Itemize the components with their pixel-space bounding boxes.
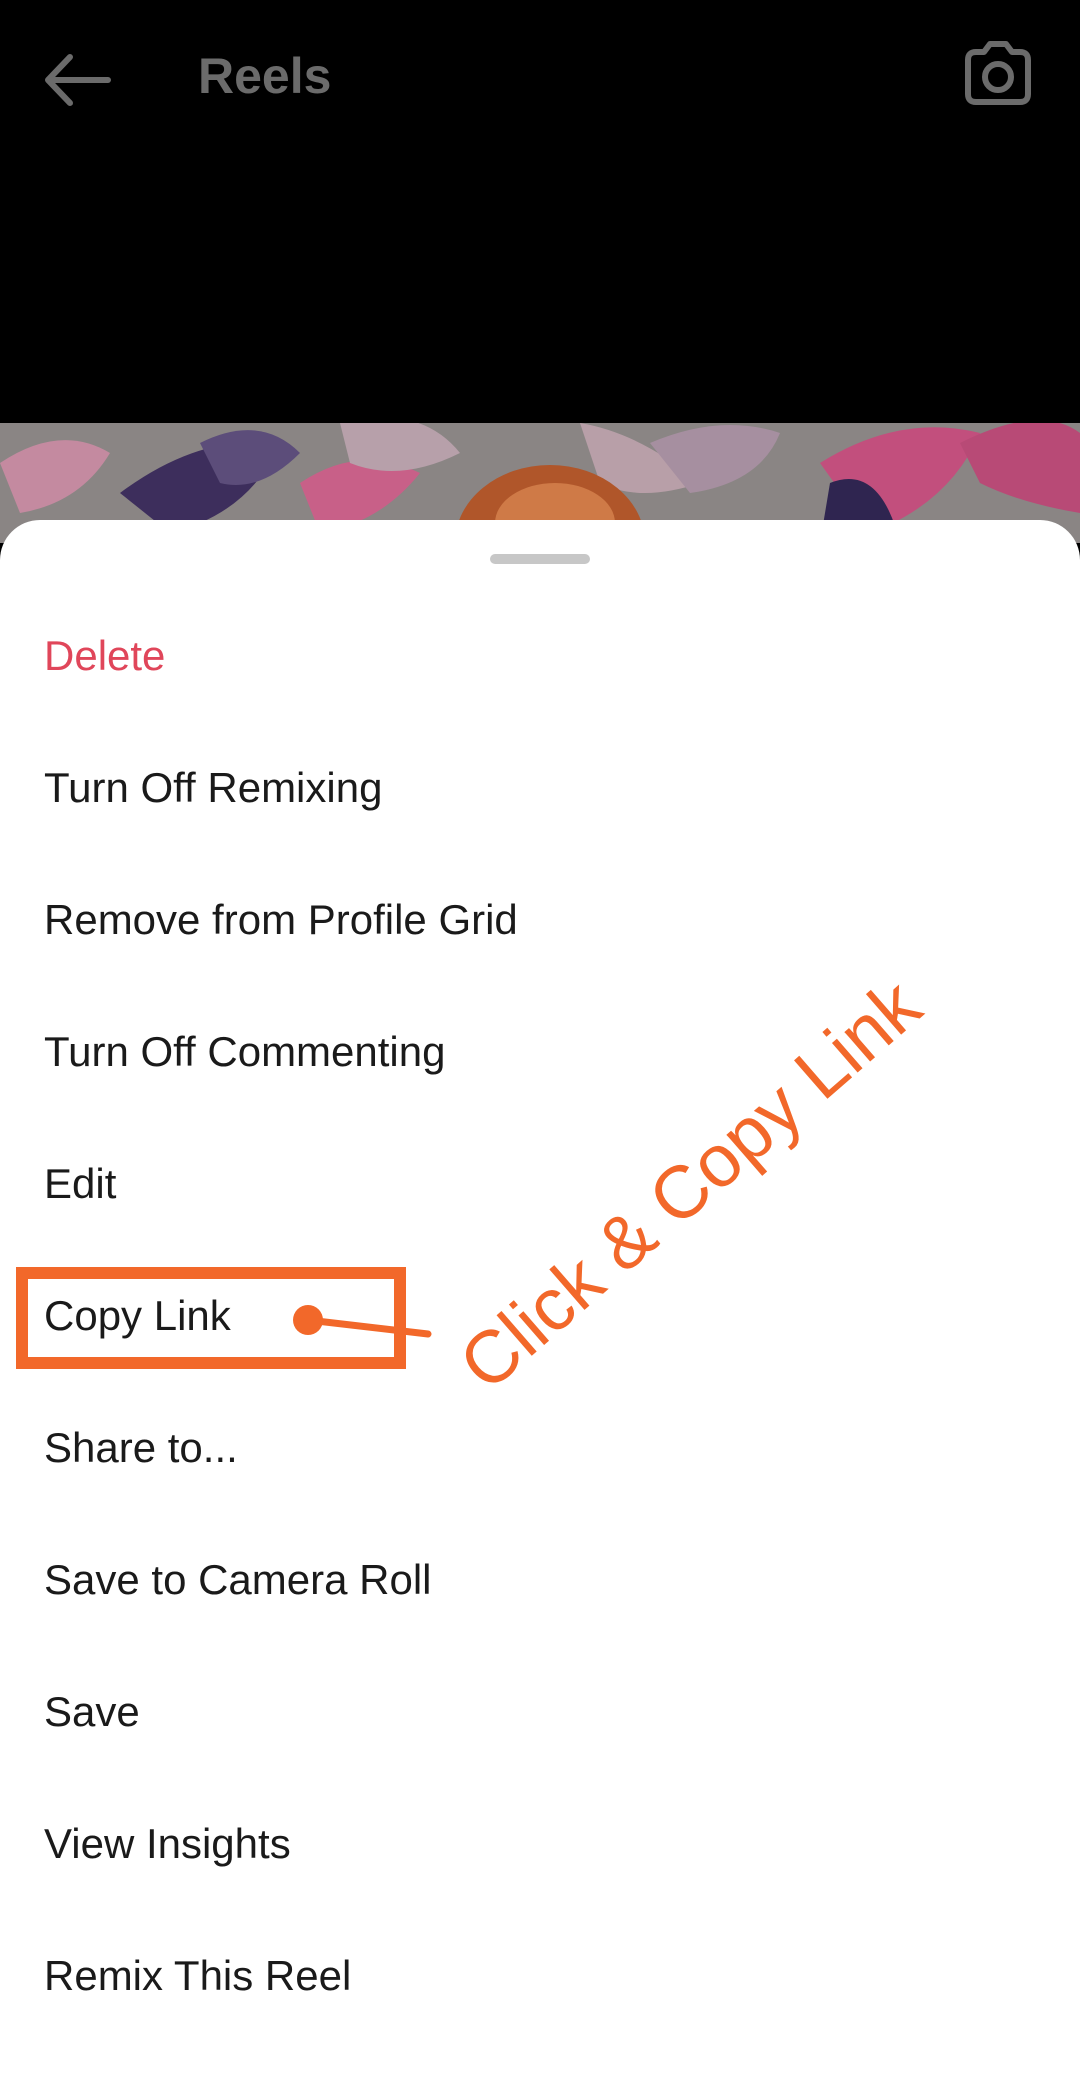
page-title: Reels: [198, 48, 332, 104]
menu-item-delete[interactable]: Delete: [44, 626, 165, 686]
menu-item-remove-from-profile-grid[interactable]: Remove from Profile Grid: [44, 890, 518, 950]
menu-item-save-to-camera-roll[interactable]: Save to Camera Roll: [44, 1550, 432, 1610]
drag-handle[interactable]: [490, 554, 590, 564]
menu-item-edit[interactable]: Edit: [44, 1154, 116, 1214]
camera-icon: [965, 41, 1031, 105]
menu-item-save[interactable]: Save: [44, 1682, 140, 1742]
menu-item-turn-off-commenting[interactable]: Turn Off Commenting: [44, 1022, 445, 1082]
options-bottom-sheet: Delete Turn Off Remixing Remove from Pro…: [0, 520, 1080, 2081]
menu-item-share-to[interactable]: Share to...: [44, 1418, 238, 1478]
back-button[interactable]: [40, 45, 114, 115]
top-bar: Reels: [0, 0, 1080, 150]
menu-item-turn-off-remixing[interactable]: Turn Off Remixing: [44, 758, 382, 818]
back-arrow-icon: [45, 54, 111, 106]
menu-item-view-insights[interactable]: View Insights: [44, 1814, 291, 1874]
menu-item-copy-link[interactable]: Copy Link: [44, 1286, 231, 1346]
menu-item-remix-this-reel[interactable]: Remix This Reel: [44, 1946, 351, 2006]
camera-button[interactable]: [958, 34, 1038, 114]
